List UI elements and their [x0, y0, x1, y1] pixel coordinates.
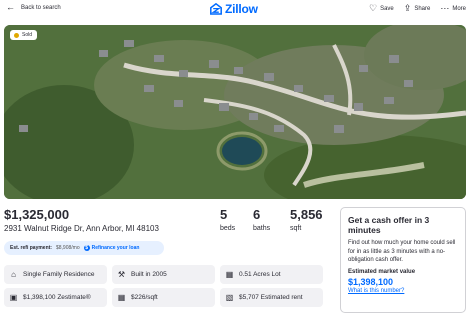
back-label: Back to search [21, 4, 61, 11]
listing-price: $1,325,000 [4, 207, 70, 222]
more-button[interactable]: ⋯ More [440, 4, 466, 13]
refi-amount: $8,908/mo [55, 245, 80, 251]
sqft-value: 5,856 [290, 207, 323, 222]
share-label: Share [414, 5, 431, 12]
sold-badge-label: Sold [22, 32, 33, 38]
cash-offer-body: Find out how much your home could sell f… [348, 240, 456, 263]
fact-lot-size: ▦ 0.51 Acres Lot [220, 265, 323, 284]
zestimate-icon: ▣ [9, 293, 18, 302]
fact-text: $5,707 Estimated rent [239, 294, 303, 301]
ruler-icon: ▦ [117, 293, 126, 302]
save-label: Save [380, 5, 394, 12]
fact-price-per-sqft: ▦ $226/sqft [112, 288, 215, 307]
hoa-icon: ▧ [225, 293, 234, 302]
beds-value: 5 [220, 207, 228, 222]
refinance-loan-label: Refinance your loan [91, 245, 140, 251]
what-is-this-number-link[interactable]: What is this number? [348, 288, 458, 294]
top-bar: ← Back to search Zillow ♡ Save ⇪ Share ⋯… [0, 0, 474, 18]
aerial-photo-image [4, 25, 466, 199]
sqft-stat: 5,856 sqft [290, 207, 323, 232]
beds-stat: 5 beds [220, 207, 235, 232]
save-button[interactable]: ♡ Save [369, 4, 394, 13]
lot-icon: ▦ [225, 270, 234, 279]
fact-text: Single Family Residence [23, 271, 95, 278]
refi-payment-banner: Est. refi payment: $8,908/mo $ Refinance… [4, 241, 164, 255]
cash-offer-card: Get a cash offer in 3 minutes Find out h… [340, 207, 466, 313]
refi-label: Est. refi payment: [10, 245, 52, 251]
heart-icon: ♡ [369, 3, 378, 13]
market-value: $1,398,100 [348, 276, 394, 287]
info-icon: $ [83, 245, 90, 251]
market-value-label: Estimated market value [348, 268, 416, 275]
fact-text: $226/sqft [131, 294, 158, 301]
more-icon: ⋯ [440, 3, 450, 13]
more-label: More [452, 5, 466, 12]
fact-estimated-rent[interactable]: ▧ $5,707 Estimated rent [220, 288, 323, 307]
home-icon: ⌂ [11, 270, 16, 279]
cash-offer-title: Get a cash offer in 3 minutes [348, 215, 430, 235]
beds-label: beds [220, 225, 236, 232]
hammer-icon: ⚒ [117, 270, 126, 279]
aerial-photo[interactable] [4, 25, 466, 199]
share-icon: ⇪ [403, 3, 412, 13]
baths-stat: 6 baths [253, 207, 270, 232]
back-arrow-icon: ← [6, 2, 15, 12]
fact-text: 0.51 Acres Lot [239, 271, 281, 278]
share-button[interactable]: ⇪ Share [404, 4, 431, 13]
zillow-logo[interactable]: Zillow [210, 2, 258, 16]
baths-label: baths [253, 225, 271, 232]
fact-year-built: ⚒ Built in 2005 [112, 265, 215, 284]
fact-zestimate[interactable]: ▣ $1,398,100 Zestimate® [4, 288, 107, 307]
sqft-label: sqft [290, 225, 302, 232]
sold-status-dot-icon [14, 32, 19, 38]
header-actions: ♡ Save ⇪ Share ⋯ More [369, 4, 466, 13]
fact-text: Built in 2005 [131, 271, 167, 278]
zillow-logo-icon [210, 3, 222, 15]
fact-text: $1,398,100 Zestimate® [23, 294, 91, 301]
refinance-loan-link[interactable]: $ Refinance your loan [83, 245, 140, 251]
back-to-search-link[interactable]: ← Back to search [6, 3, 61, 12]
sold-badge: Sold [10, 30, 38, 40]
fact-home-type: ⌂ Single Family Residence [4, 265, 107, 284]
listing-address: 2931 Walnut Ridge Dr, Ann Arbor, MI 4810… [4, 224, 159, 233]
logo-text: Zillow [225, 2, 258, 16]
baths-value: 6 [253, 207, 261, 222]
